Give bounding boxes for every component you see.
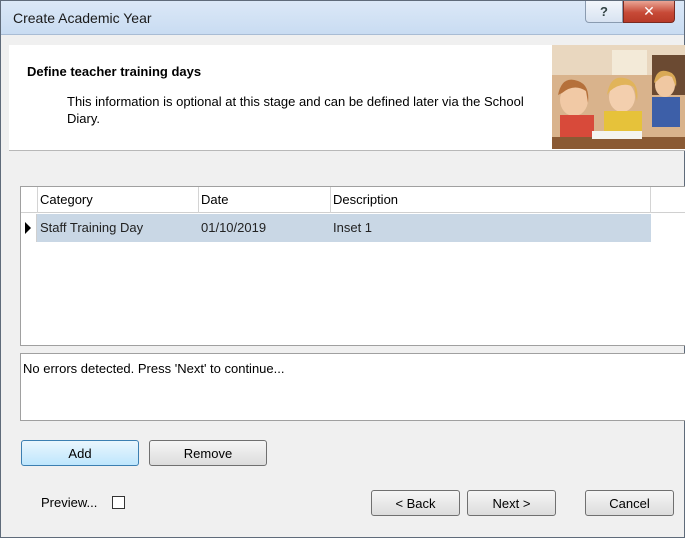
- classroom-photo: [552, 45, 685, 149]
- title-bar: Create Academic Year ? ✕: [1, 1, 684, 35]
- row-selector[interactable]: [21, 214, 37, 242]
- validation-message-box: No errors detected. Press 'Next' to cont…: [20, 353, 685, 421]
- validation-message: No errors detected. Press 'Next' to cont…: [23, 361, 285, 376]
- training-days-grid[interactable]: Category Date Description Staff Training…: [20, 186, 685, 346]
- cell-category[interactable]: Staff Training Day: [40, 214, 143, 242]
- preview-label[interactable]: Preview...: [41, 495, 97, 510]
- next-button[interactable]: Next >: [467, 490, 556, 516]
- cell-date[interactable]: 01/10/2019: [201, 214, 266, 242]
- row-header-corner: [21, 187, 38, 213]
- help-button[interactable]: ?: [585, 1, 623, 23]
- column-header-description[interactable]: Description: [331, 187, 651, 213]
- back-button[interactable]: < Back: [371, 490, 460, 516]
- row-pointer-icon: [25, 222, 31, 234]
- add-button[interactable]: Add: [21, 440, 139, 466]
- page-title: Define teacher training days: [27, 64, 202, 79]
- help-icon: ?: [600, 4, 608, 19]
- remove-button[interactable]: Remove: [149, 440, 267, 466]
- page-description: This information is optional at this sta…: [67, 94, 524, 126]
- preview-checkbox[interactable]: [112, 496, 125, 509]
- window-title: Create Academic Year: [13, 10, 152, 26]
- dialog-window: Create Academic Year ? ✕ Define teacher …: [0, 0, 685, 538]
- grid-header: Category Date Description: [21, 187, 685, 213]
- table-row[interactable]: Staff Training Day 01/10/2019 Inset 1: [21, 214, 651, 242]
- close-icon: ✕: [643, 3, 655, 19]
- cancel-button[interactable]: Cancel: [585, 490, 674, 516]
- cell-description[interactable]: Inset 1: [333, 214, 372, 242]
- column-header-category[interactable]: Category: [38, 187, 199, 213]
- column-header-date[interactable]: Date: [199, 187, 331, 213]
- close-button[interactable]: ✕: [623, 1, 675, 23]
